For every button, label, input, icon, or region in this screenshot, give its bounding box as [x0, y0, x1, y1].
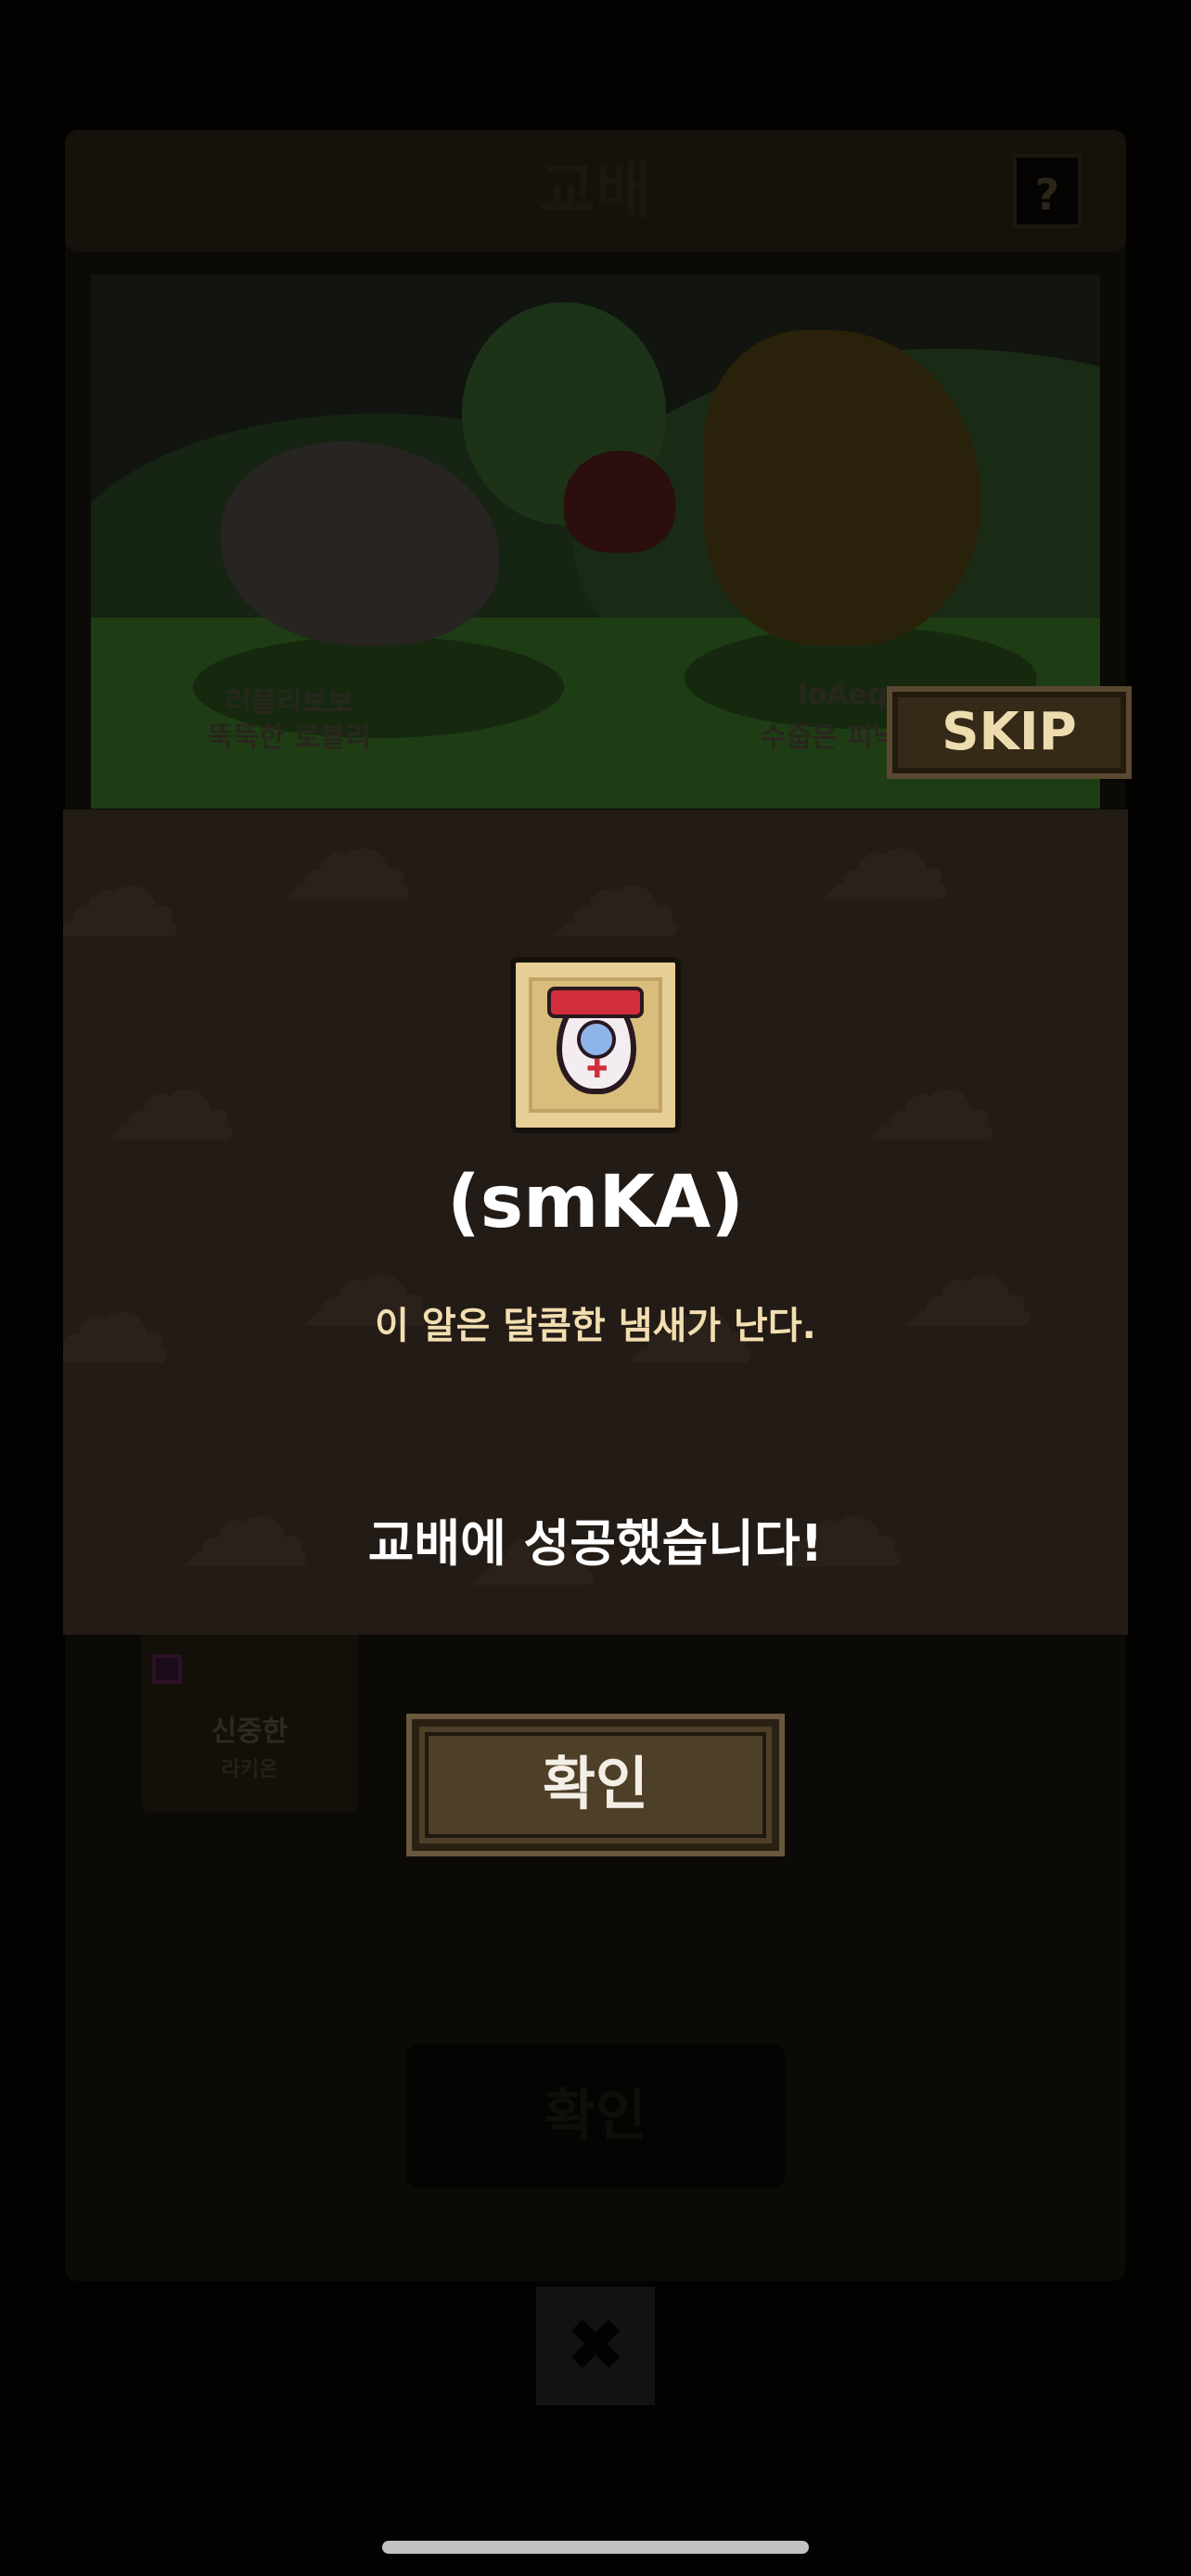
egg-description: 이 알은 달콤한 냄새가 난다. — [375, 1305, 816, 1347]
pattern-cloud-icon: ☁ — [276, 810, 416, 932]
card-name: 신중한 — [211, 1715, 288, 1748]
background-confirm-button: 확인 — [406, 2044, 785, 2188]
help-button[interactable]: ? — [1013, 154, 1082, 228]
card-subtitle: 라키온 — [221, 1758, 278, 1781]
success-message: 교배에 성공했습니다! — [367, 1514, 824, 1573]
egg-name: (smKA) — [447, 1161, 744, 1244]
egg-cross-icon: ✚ — [586, 1053, 608, 1084]
heart-icon — [564, 451, 675, 553]
home-indicator[interactable] — [382, 2541, 809, 2554]
pattern-cloud-icon: ☁ — [63, 810, 184, 969]
card-checkbox[interactable] — [152, 1654, 182, 1684]
close-icon[interactable]: ✖ — [536, 2287, 655, 2405]
skip-button[interactable]: SKIP — [887, 686, 1132, 779]
confirm-button-inner-border — [425, 1732, 766, 1838]
egg-bow-icon — [547, 987, 644, 1018]
pattern-cloud-icon: ☁ — [100, 1012, 239, 1173]
left-monster-trait: 뚝뚝한 로블리 — [207, 721, 372, 754]
pattern-cloud-icon: ☁ — [545, 810, 685, 969]
pattern-cloud-icon: ☁ — [861, 1012, 1000, 1173]
pattern-cloud-icon: ☁ — [814, 810, 954, 932]
